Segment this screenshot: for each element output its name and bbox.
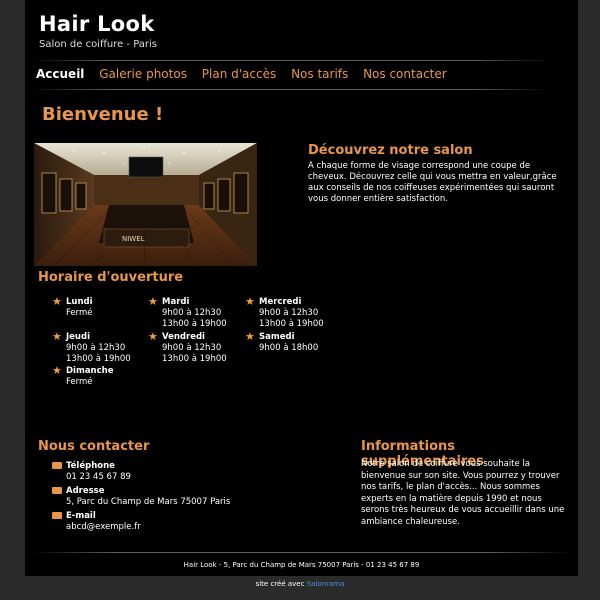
- hours-day-lundi: ★ Lundi Fermé: [52, 296, 93, 319]
- contact-phone: Téléphone 01 23 45 67 89: [52, 461, 131, 483]
- day-time: 13h00 à 19h00: [162, 354, 227, 364]
- site-subtitle: Salon de coiffure - Paris: [39, 39, 158, 50]
- hours-day-jeudi: ★ Jeudi 9h00 à 12h30 13h00 à 19h00: [52, 331, 131, 365]
- day-time: 9h00 à 12h30: [162, 343, 222, 353]
- address-icon: [52, 487, 62, 494]
- email-icon: [52, 512, 62, 519]
- credit-prefix: site créé avec: [255, 580, 305, 588]
- email-value[interactable]: abcd@exemple.fr: [66, 522, 141, 533]
- day-time: 13h00 à 19h00: [162, 319, 227, 329]
- email-label: E-mail: [66, 511, 96, 521]
- star-icon: ★: [52, 330, 62, 343]
- info-text: Notre salon de coiffure vous souhaite la…: [361, 459, 565, 527]
- day-name: Mercredi: [259, 297, 302, 307]
- phone-label: Téléphone: [66, 461, 115, 471]
- nav-top-divider: [31, 60, 551, 61]
- day-time: Fermé: [66, 377, 93, 387]
- site-title[interactable]: Hair Look: [39, 12, 155, 36]
- day-name: Samedi: [259, 332, 295, 342]
- hours-heading: Horaire d'ouverture: [38, 270, 184, 285]
- footer-text: Hair Look - 5, Parc du Champ de Mars 750…: [183, 561, 420, 569]
- day-time: Fermé: [66, 308, 93, 318]
- star-icon: ★: [245, 330, 255, 343]
- star-icon: ★: [52, 295, 62, 308]
- salon-photo[interactable]: NIWEL: [34, 143, 257, 266]
- star-icon: ★: [52, 364, 62, 377]
- day-time: 9h00 à 12h30: [259, 308, 319, 318]
- discover-text: A chaque forme de visage correspond une …: [308, 161, 557, 204]
- nav-item-accueil[interactable]: Accueil: [36, 67, 84, 81]
- hours-day-mercredi: ★ Mercredi 9h00 à 12h30 13h00 à 19h00: [245, 296, 324, 330]
- site-credit: site créé avec Salonrama: [0, 580, 600, 588]
- nav-bottom-divider: [31, 89, 551, 90]
- nav-item-galerie-photos[interactable]: Galerie photos: [99, 67, 187, 81]
- salonrama-link[interactable]: Salonrama: [307, 580, 345, 588]
- page-container: Hair Look Salon de coiffure - Paris Accu…: [25, 0, 578, 576]
- hours-day-samedi: ★ Samedi 9h00 à 18h00: [245, 331, 319, 354]
- nav-item-plan-acces[interactable]: Plan d'accès: [202, 67, 276, 81]
- hours-day-mardi: ★ Mardi 9h00 à 12h30 13h00 à 19h00: [148, 296, 227, 330]
- star-icon: ★: [148, 295, 158, 308]
- address-value: 5, Parc du Champ de Mars 75007 Paris: [66, 497, 231, 507]
- hours-day-vendredi: ★ Vendredi 9h00 à 12h30 13h00 à 19h00: [148, 331, 227, 365]
- day-name: Vendredi: [162, 332, 205, 342]
- contact-email: E-mail abcd@exemple.fr: [52, 511, 141, 533]
- day-name: Lundi: [66, 297, 93, 307]
- day-time: 9h00 à 12h30: [66, 343, 126, 353]
- welcome-heading: Bienvenue !: [42, 104, 164, 125]
- hours-day-dimanche: ★ Dimanche Fermé: [52, 365, 114, 388]
- phone-icon: [52, 462, 62, 469]
- main-nav: Accueil Galerie photos Plan d'accès Nos …: [36, 67, 458, 81]
- nav-item-nous-contacter[interactable]: Nos contacter: [363, 67, 447, 81]
- star-icon: ★: [148, 330, 158, 343]
- day-time: 9h00 à 18h00: [259, 343, 319, 353]
- nav-item-nos-tarifs[interactable]: Nos tarifs: [291, 67, 348, 81]
- salon-photo-image: NIWEL: [34, 143, 257, 266]
- day-time: 9h00 à 12h30: [162, 308, 222, 318]
- phone-value[interactable]: 01 23 45 67 89: [66, 472, 131, 483]
- day-name: Mardi: [162, 297, 190, 307]
- discover-heading: Découvrez notre salon: [308, 143, 473, 158]
- footer-divider: [31, 552, 571, 553]
- star-icon: ★: [245, 295, 255, 308]
- day-time: 13h00 à 19h00: [259, 319, 324, 329]
- day-name: Jeudi: [66, 332, 90, 342]
- day-name: Dimanche: [66, 366, 114, 376]
- photo-sign-text: NIWEL: [122, 235, 145, 243]
- contact-address: Adresse 5, Parc du Champ de Mars 75007 P…: [52, 486, 231, 508]
- day-time: 13h00 à 19h00: [66, 354, 131, 364]
- contact-heading: Nous contacter: [38, 439, 150, 454]
- address-label: Adresse: [66, 486, 105, 496]
